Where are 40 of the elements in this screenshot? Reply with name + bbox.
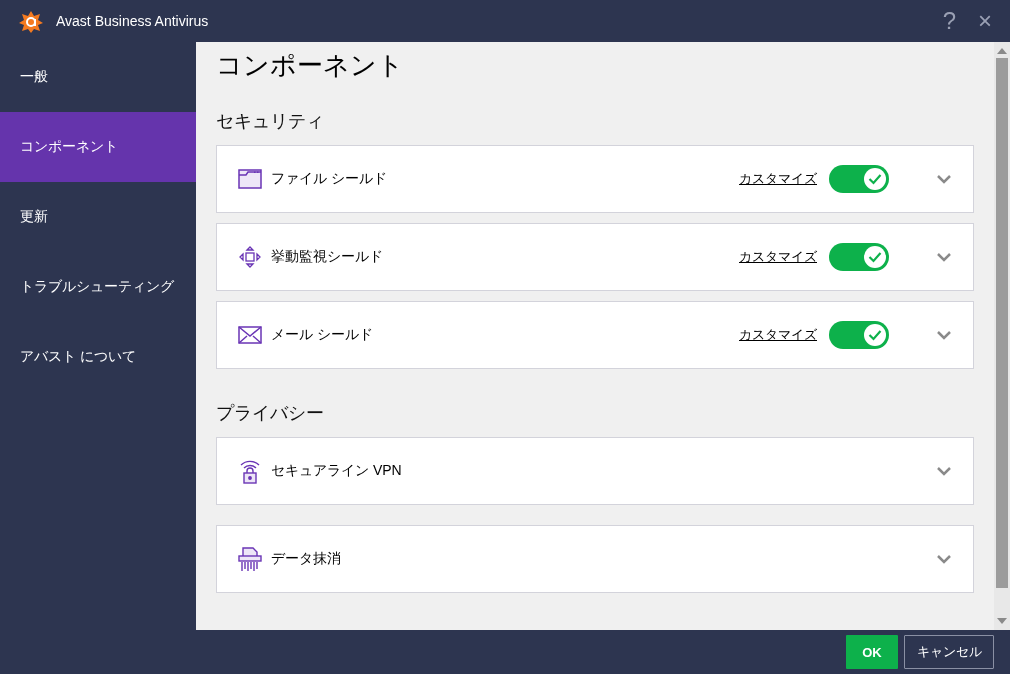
help-button[interactable]: ?: [936, 7, 962, 35]
wifi-lock-icon: [239, 458, 261, 484]
scroll-down-icon[interactable]: [997, 618, 1007, 624]
chevron-down-icon[interactable]: [937, 330, 951, 340]
sidebar-item[interactable]: アバスト について: [0, 322, 196, 392]
chevron-down-icon[interactable]: [937, 252, 951, 262]
browser-window-icon: [238, 169, 262, 189]
close-button[interactable]: ×: [972, 7, 998, 35]
chevron-down-icon[interactable]: [937, 174, 951, 184]
window-title: Avast Business Antivirus: [56, 13, 210, 29]
check-icon: [868, 173, 882, 185]
component-name: セキュアライン VPN: [271, 462, 403, 480]
scrollbar[interactable]: [994, 42, 1010, 630]
section-heading: セキュリティ: [216, 110, 325, 133]
toggle-switch[interactable]: [829, 321, 889, 349]
page-title: コンポーネント: [216, 49, 405, 82]
component-name: データ抹消: [271, 550, 342, 568]
component-name: ファイル シールド: [271, 170, 388, 188]
section-heading: プライバシー: [216, 402, 325, 425]
cancel-button[interactable]: キャンセル: [904, 635, 994, 669]
scroll-up-icon[interactable]: [997, 48, 1007, 54]
chevron-down-icon[interactable]: [937, 554, 951, 564]
customize-link[interactable]: カスタマイズ: [739, 326, 817, 344]
customize-link[interactable]: カスタマイズ: [739, 248, 817, 266]
toggle-switch[interactable]: [829, 243, 889, 271]
logo-icon: [18, 9, 44, 33]
check-icon: [868, 329, 882, 341]
sidebar-item[interactable]: 更新: [0, 182, 196, 252]
component-name: 挙動監視シールド: [271, 248, 384, 266]
sidebar-item[interactable]: コンポーネント: [0, 112, 196, 182]
move-arrows-icon: [238, 245, 262, 269]
sidebar-item[interactable]: トラブルシューティング: [0, 252, 196, 322]
customize-link[interactable]: カスタマイズ: [739, 170, 817, 188]
check-icon: [868, 251, 882, 263]
sidebar-item[interactable]: 一般: [0, 42, 196, 112]
envelope-icon: [238, 326, 262, 344]
chevron-down-icon[interactable]: [937, 466, 951, 476]
toggle-switch[interactable]: [829, 165, 889, 193]
shredder-icon: [238, 546, 262, 572]
component-name: メール シールド: [271, 326, 374, 344]
